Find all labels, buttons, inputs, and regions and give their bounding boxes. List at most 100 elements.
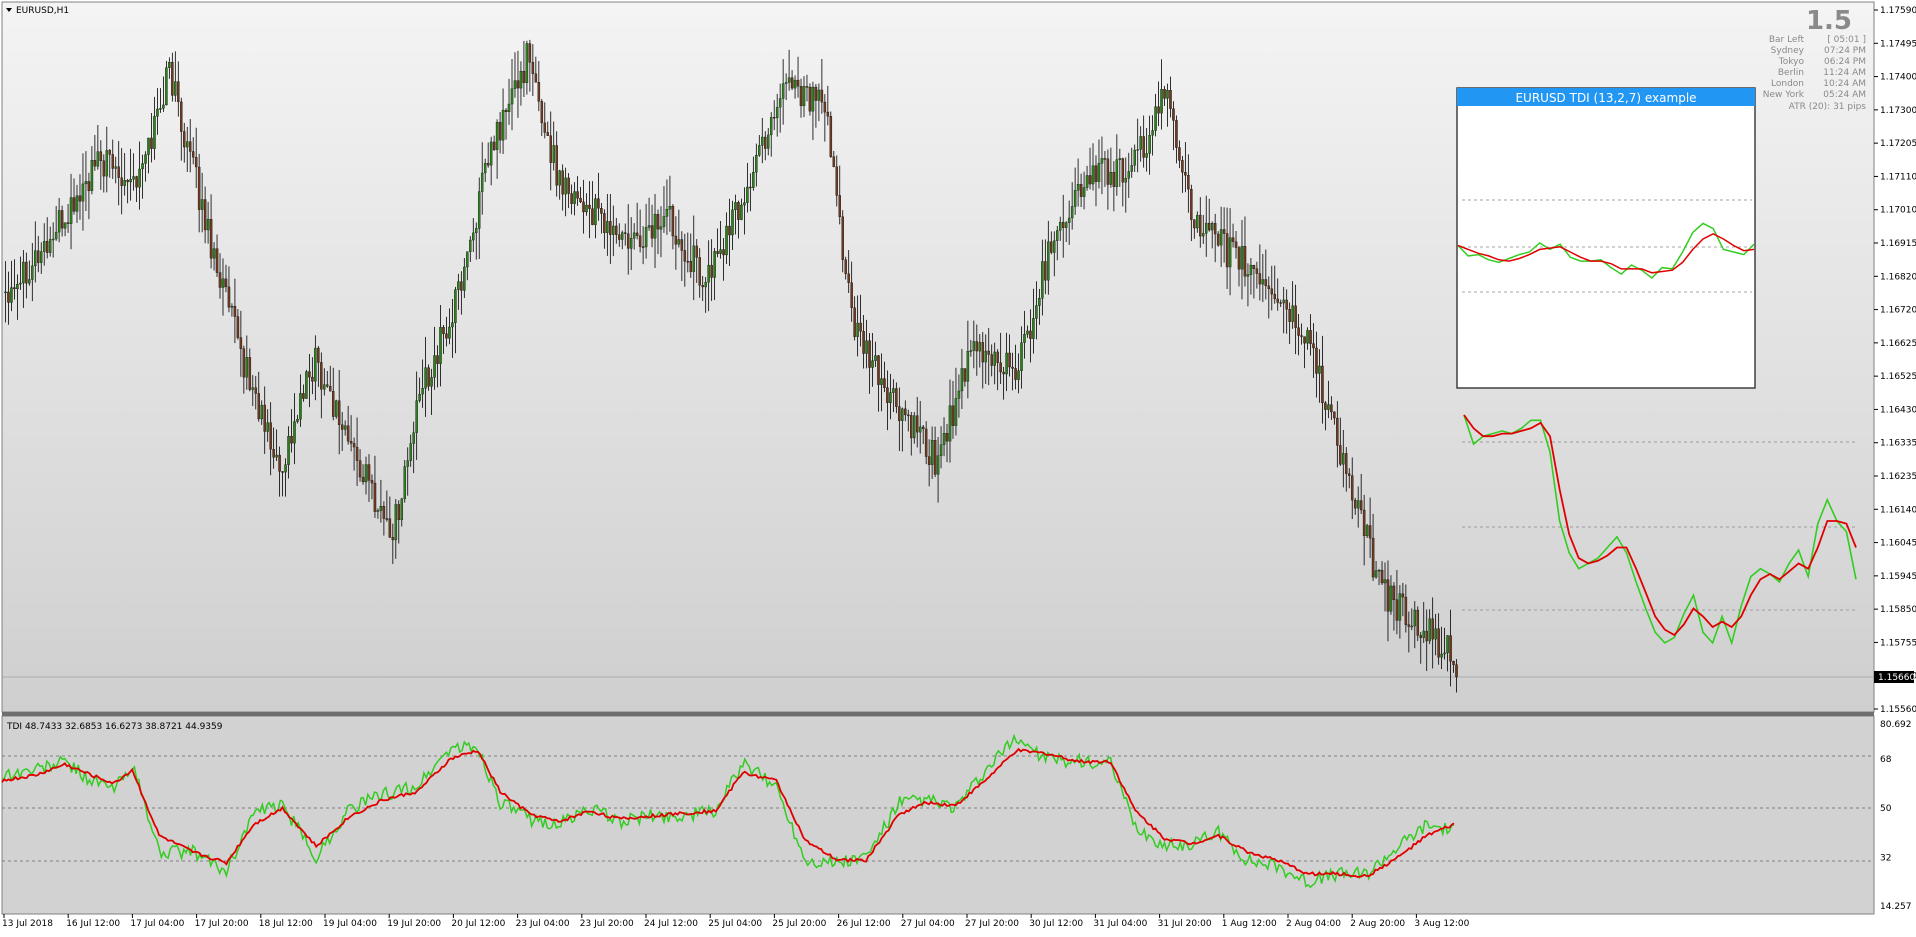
time-tick-label: 24 Jul 12:00 <box>644 919 698 929</box>
candle-body <box>555 145 558 186</box>
candle-body <box>731 209 734 236</box>
price-tick-label: 1.15560 <box>1880 705 1916 715</box>
price-tick-label: 1.17110 <box>1880 172 1916 182</box>
candle-body <box>1058 221 1062 231</box>
candle-body <box>248 357 252 390</box>
candle-body <box>19 282 22 285</box>
price-axis[interactable]: 1.17590 1.17495 1.17400 1.17300 1.17205 1.171… <box>1874 6 1916 715</box>
price-tick-label: 1.16045 <box>1880 539 1916 549</box>
candle-body <box>644 227 648 248</box>
candle-body <box>832 156 836 167</box>
candle-body <box>120 177 123 186</box>
candle-body <box>1061 221 1065 228</box>
candle-body <box>293 421 296 444</box>
candle-body <box>72 197 76 212</box>
candle-body <box>749 186 752 189</box>
info-panel-value: 11:24 AM <box>1823 68 1866 78</box>
candle-body <box>594 198 597 225</box>
candle-body <box>665 209 669 217</box>
time-tick-label: 1 Aug 12:00 <box>1222 919 1277 929</box>
candle-body <box>200 199 204 210</box>
candle-body <box>543 122 547 133</box>
candle-body <box>334 400 338 417</box>
candle-body <box>156 108 159 117</box>
candle-body <box>117 166 120 178</box>
price-tick-label: 1.17400 <box>1880 73 1916 83</box>
candle-body <box>1067 217 1071 223</box>
indicator-tick-label: 68 <box>1880 755 1892 765</box>
candle-body <box>820 89 824 103</box>
candle-body <box>597 198 600 209</box>
candle-body <box>373 482 377 512</box>
candle-body <box>1228 237 1232 268</box>
chart-svg[interactable]: EURUSD TDI (13,2,7) example EURUSD,H1 TD… <box>0 0 1916 933</box>
pane-separator[interactable] <box>2 712 1874 716</box>
candle-body <box>504 109 508 113</box>
candle-body <box>460 281 463 291</box>
candle-body <box>81 183 85 202</box>
candle-body <box>25 261 28 284</box>
info-panel-label: Sydney <box>1771 46 1805 56</box>
candle-body <box>638 235 642 247</box>
candle-body <box>856 322 859 337</box>
candle-body <box>737 202 740 220</box>
candle-body <box>290 436 293 444</box>
candle-body <box>1169 90 1172 109</box>
tdi-label: TDI 48.7433 32.6853 16.6273 38.8721 44.9… <box>6 722 223 732</box>
candle-body <box>1401 593 1405 598</box>
candle-body <box>1038 298 1041 306</box>
candle-body <box>796 79 800 87</box>
chart-window[interactable]: EURUSD TDI (13,2,7) example EURUSD,H1 TD… <box>0 0 1916 933</box>
candle-body <box>752 172 755 188</box>
candle-body <box>680 239 684 251</box>
candle-body <box>674 235 678 245</box>
candle-body <box>895 388 898 407</box>
candle-body <box>939 444 943 456</box>
candle-body <box>1303 336 1306 344</box>
candle-body <box>501 109 505 141</box>
indicator-axis[interactable]: 80.692 68 50 32 14.257 <box>1880 720 1912 912</box>
candle-body <box>352 443 356 448</box>
time-tick-label: 17 Jul 04:00 <box>130 919 184 929</box>
candle-body <box>814 86 818 101</box>
candle-body <box>579 198 582 203</box>
candle-body <box>138 168 141 188</box>
candle-body <box>1029 330 1032 339</box>
indicator-chart-area[interactable] <box>1 715 1875 915</box>
price-tick-label: 1.16820 <box>1880 272 1916 282</box>
candle-body <box>1026 330 1029 335</box>
candle-body <box>442 327 445 334</box>
candle-body <box>531 62 535 74</box>
time-axis[interactable]: 13 Jul 2018 16 Jul 12:00 17 Jul 04:00 17 Ju… <box>2 914 1470 929</box>
candle-body <box>1297 327 1300 336</box>
candle-body <box>996 351 999 363</box>
candle-body <box>829 116 833 157</box>
candle-body <box>1020 342 1023 371</box>
time-tick-label: 17 Jul 20:00 <box>195 919 249 929</box>
candle-body <box>847 273 850 283</box>
time-tick-label: 31 Jul 04:00 <box>1093 919 1147 929</box>
candle-body <box>510 88 514 105</box>
candle-body <box>144 154 147 164</box>
candle-body <box>632 232 636 239</box>
time-tick-label: 30 Jul 12:00 <box>1029 919 1083 929</box>
candle-body <box>7 291 10 303</box>
candle-body <box>898 406 901 421</box>
candle-body <box>525 43 529 83</box>
candle-body <box>37 250 40 263</box>
candle-body <box>1395 599 1399 621</box>
candle-body <box>930 440 934 465</box>
candle-body <box>546 132 550 136</box>
price-tick-label: 1.16915 <box>1880 239 1916 249</box>
candle-body <box>10 287 13 303</box>
candle-body <box>263 404 266 432</box>
candle-body <box>1187 175 1190 190</box>
candle-body <box>445 333 448 339</box>
candle-body <box>433 355 436 378</box>
candle-body <box>534 73 538 83</box>
candle-body <box>1383 579 1387 584</box>
candle-body <box>993 351 996 366</box>
candle-body <box>823 101 827 113</box>
price-tick-label: 1.15850 <box>1880 605 1916 615</box>
candle-body <box>317 347 320 363</box>
